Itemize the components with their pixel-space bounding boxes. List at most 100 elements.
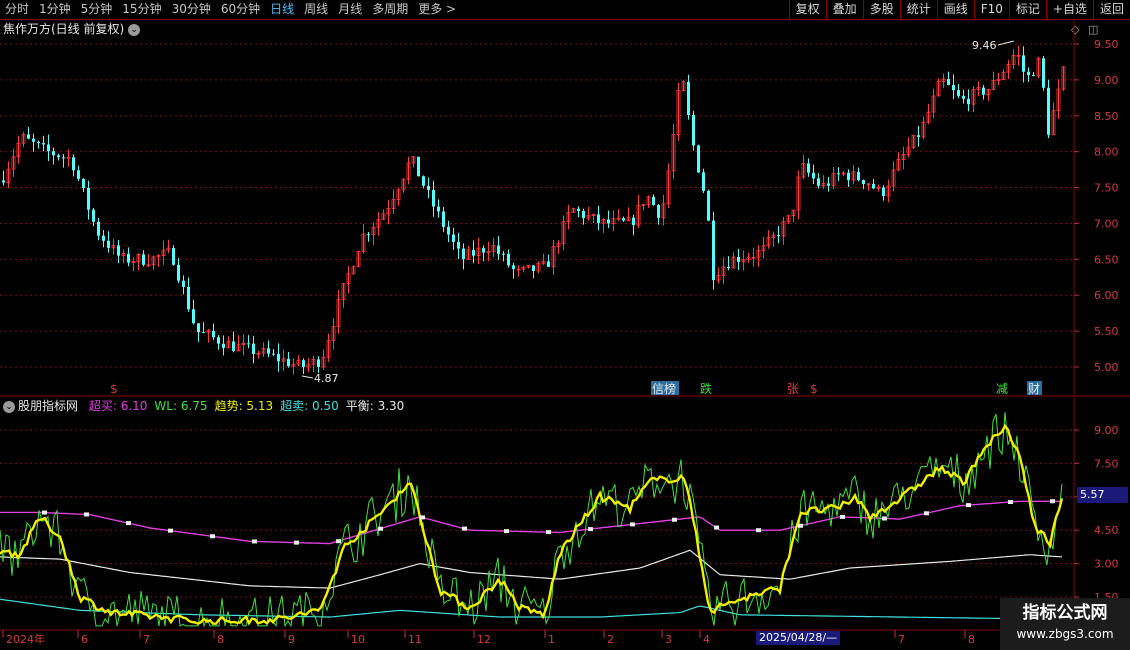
candle-body bbox=[622, 218, 625, 221]
overbought-marker bbox=[672, 517, 677, 522]
time-tick-label: 3 bbox=[665, 633, 672, 646]
time-tick-label: 1 bbox=[548, 633, 555, 646]
time-tick-label: 2 bbox=[607, 633, 614, 646]
candle-body bbox=[697, 145, 700, 173]
candle-body bbox=[232, 341, 235, 351]
candle-body bbox=[512, 265, 515, 270]
candle-body bbox=[222, 343, 225, 348]
overbought-marker bbox=[378, 526, 383, 531]
candle-body bbox=[367, 234, 370, 236]
time-tick-label: 8 bbox=[217, 633, 224, 646]
low-price-label: 4.87 bbox=[314, 372, 339, 385]
event-tag: 财 bbox=[1028, 382, 1040, 396]
trend-line bbox=[0, 423, 1064, 626]
watermark: 指标公式网 www.zbgs3.com bbox=[1000, 598, 1130, 650]
overbought-marker bbox=[420, 515, 425, 520]
overbought-marker bbox=[84, 512, 89, 517]
candle-body bbox=[27, 134, 30, 139]
high-price-label: 9.46 bbox=[972, 39, 997, 52]
candle-body bbox=[197, 323, 200, 333]
candle-body bbox=[1042, 58, 1045, 88]
time-tick-label: 11 bbox=[408, 633, 422, 646]
candle-body bbox=[217, 337, 220, 344]
candle-body bbox=[177, 264, 180, 281]
candle-body bbox=[37, 141, 40, 144]
candle-body bbox=[267, 348, 270, 354]
overbought-marker bbox=[798, 523, 803, 528]
overbought-marker bbox=[882, 516, 887, 521]
overbought-marker bbox=[630, 522, 635, 527]
candle-body bbox=[957, 90, 960, 96]
candle-body bbox=[202, 332, 205, 334]
candle-body bbox=[497, 245, 500, 254]
candle-body bbox=[967, 98, 970, 105]
price-tick-label: 5.50 bbox=[1094, 325, 1119, 338]
candle-body bbox=[777, 235, 780, 237]
price-tick-label: 8.50 bbox=[1094, 110, 1119, 123]
price-tick-label: 8.00 bbox=[1094, 146, 1119, 159]
low-price-pointer bbox=[301, 375, 314, 379]
candle-body bbox=[1047, 87, 1050, 135]
balance-line bbox=[0, 549, 1063, 589]
time-tick-label: 7 bbox=[898, 633, 905, 646]
candle-body bbox=[692, 115, 695, 146]
overbought-marker bbox=[504, 529, 509, 534]
candle-body bbox=[277, 354, 280, 362]
candle-body bbox=[632, 217, 635, 226]
candle-body bbox=[712, 220, 715, 281]
event-tag: 张 bbox=[787, 382, 799, 396]
candle-body bbox=[302, 360, 305, 367]
price-tick-label: 9.00 bbox=[1094, 74, 1119, 87]
price-tick-label: 6.50 bbox=[1094, 253, 1119, 266]
overbought-marker bbox=[1050, 499, 1055, 504]
candle-body bbox=[32, 138, 35, 142]
time-tick-label: 8 bbox=[968, 633, 975, 646]
candle-body bbox=[82, 178, 85, 189]
candle-body bbox=[577, 208, 580, 211]
candle-body bbox=[872, 183, 875, 189]
candle-body bbox=[47, 144, 50, 152]
candle-body bbox=[417, 156, 420, 177]
candle-body bbox=[652, 196, 655, 206]
overbought-marker bbox=[294, 540, 299, 545]
candle-body bbox=[607, 219, 610, 224]
candle-body bbox=[102, 235, 105, 241]
watermark-title: 指标公式网 bbox=[1022, 603, 1108, 623]
overbought-marker bbox=[252, 539, 257, 544]
time-cursor-label: 2025/04/28/— bbox=[756, 631, 841, 645]
time-tick-label: 6 bbox=[81, 633, 88, 646]
candle-body bbox=[62, 157, 65, 159]
overbought-marker bbox=[1008, 499, 1013, 504]
overbought-marker bbox=[462, 526, 467, 531]
indicator-tick-label: 3.00 bbox=[1094, 558, 1119, 571]
candle-body bbox=[422, 176, 425, 186]
candle-body bbox=[92, 209, 95, 222]
candle-body bbox=[1027, 71, 1030, 76]
time-tick-label: 7 bbox=[143, 633, 150, 646]
event-tag: $ bbox=[110, 382, 118, 396]
overbought-marker bbox=[714, 525, 719, 530]
price-tick-label: 5.00 bbox=[1094, 361, 1119, 374]
candle-body bbox=[452, 234, 455, 242]
price-tick-label: 9.50 bbox=[1094, 38, 1119, 51]
candle-body bbox=[72, 157, 75, 171]
candle-body bbox=[952, 84, 955, 91]
overbought-marker bbox=[546, 530, 551, 535]
candle-body bbox=[547, 261, 550, 267]
time-tick-label: 10 bbox=[351, 633, 365, 646]
candle-body bbox=[57, 155, 60, 158]
candle-body bbox=[507, 253, 510, 266]
kline-chart[interactable]: 9.50 9.00 8.50 8.00 7.50 7.00 6.50 6.00 5.50 5.00… bbox=[0, 0, 1130, 650]
candle-body bbox=[287, 358, 290, 367]
watermark-url: www.zbgs3.com bbox=[1016, 627, 1114, 641]
candle-body bbox=[212, 330, 215, 338]
candle-body bbox=[962, 95, 965, 99]
overbought-marker bbox=[840, 514, 845, 519]
candle-body bbox=[482, 248, 485, 253]
indicator-tick-label: 9.00 bbox=[1094, 424, 1119, 437]
overbought-marker bbox=[966, 503, 971, 508]
candle-body bbox=[982, 87, 985, 95]
candle-body bbox=[727, 266, 730, 269]
candle-body bbox=[1022, 55, 1025, 72]
price-tick-label: 7.00 bbox=[1094, 217, 1119, 230]
